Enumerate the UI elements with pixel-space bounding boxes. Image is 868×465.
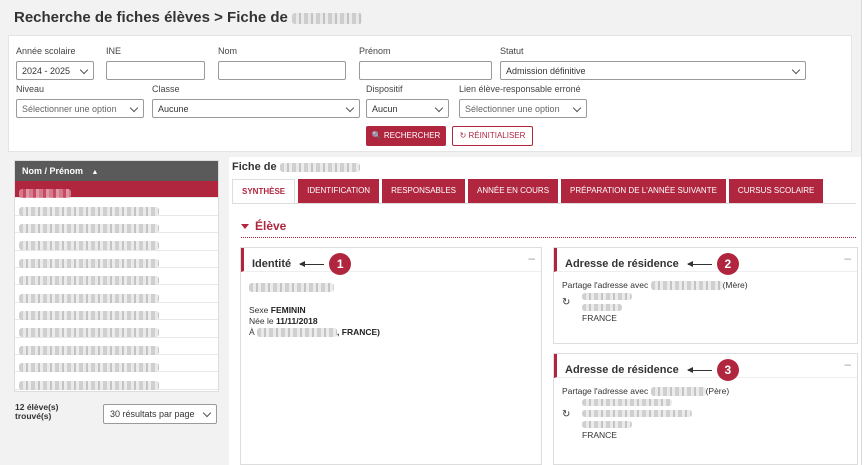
identite-card: Identité 1 – Sexe FEMININ Née le 11/11/2… xyxy=(240,247,542,465)
redacted-responsable-name xyxy=(650,281,723,291)
section-divider xyxy=(241,237,856,238)
partage-line: Partage l'adresse avec (Mère) xyxy=(562,280,748,291)
chevron-down-icon xyxy=(572,103,582,113)
results-count: 12 élève(s) trouvé(s) xyxy=(15,402,59,421)
redacted-address xyxy=(582,293,632,301)
tab-preparation-annee-suivante[interactable]: PRÉPARATION DE L'ANNÉE SUIVANTE xyxy=(561,179,726,203)
adresse-card-1: Adresse de résidence 2 – Partage l'adres… xyxy=(553,247,858,344)
reset-icon: ↻ xyxy=(459,131,467,140)
chevron-down-icon xyxy=(79,65,89,75)
identite-card-body: Sexe FEMININ Née le 11/11/2018 À , FRANC… xyxy=(241,272,541,346)
record-tabs: SYNTHÈSE IDENTIFICATION RESPONSABLES ANN… xyxy=(232,179,824,203)
reset-button[interactable]: ↻ RÉINITIALISER xyxy=(452,126,533,146)
tab-identification[interactable]: IDENTIFICATION xyxy=(298,179,380,203)
collapse-icon[interactable]: – xyxy=(844,357,851,371)
adresse-card-2-body: Partage l'adresse avec (Père) ↻ FRANCE xyxy=(554,378,857,449)
search-icon: 🔍 xyxy=(371,131,382,140)
page-title: Recherche de fiches élèves > Fiche de xyxy=(14,9,363,26)
annee-select[interactable]: 2024 - 2025 xyxy=(16,61,94,80)
redacted-responsable-name xyxy=(650,387,706,397)
callout-arrow-icon xyxy=(299,260,325,267)
ine-input[interactable] xyxy=(106,61,205,80)
annee-label: Année scolaire xyxy=(16,46,76,56)
redacted-student-name xyxy=(279,162,360,172)
callout-arrow-icon xyxy=(686,260,712,267)
prenom-input[interactable] xyxy=(359,61,492,80)
callout-badge: 1 xyxy=(329,253,352,275)
adresse-card-1-header: Adresse de résidence 2 – xyxy=(554,248,857,275)
list-item[interactable] xyxy=(15,181,218,199)
redacted-student-name xyxy=(292,12,363,24)
refresh-icon[interactable]: ↻ xyxy=(562,297,576,308)
adresse-pays: FRANCE xyxy=(582,430,617,440)
lieu-line: À , FRANCE) xyxy=(249,327,381,338)
collapse-icon[interactable]: – xyxy=(528,251,535,265)
caret-down-icon xyxy=(241,224,249,230)
section-eleve-toggle[interactable]: Élève xyxy=(241,219,286,233)
chevron-down-icon xyxy=(791,65,801,75)
tab-synthese[interactable]: SYNTHÈSE xyxy=(232,179,296,203)
statut-label: Statut xyxy=(500,46,524,56)
chevron-down-icon xyxy=(345,103,355,113)
adresse-card-2-header: Adresse de résidence 3 – xyxy=(554,354,857,381)
tab-cursus-scolaire[interactable]: CURSUS SCOLAIRE xyxy=(728,179,824,203)
niveau-label: Niveau xyxy=(16,84,45,94)
callout-badge: 2 xyxy=(716,253,739,275)
tab-divider xyxy=(232,203,856,204)
partage-line: Partage l'adresse avec (Père) xyxy=(562,386,730,397)
sort-up-icon: ▲ xyxy=(91,169,99,176)
redacted-address xyxy=(582,410,692,418)
ine-label: INE xyxy=(106,46,122,56)
chevron-down-icon xyxy=(129,103,139,113)
results-list: Nom / Prénom ▲ xyxy=(14,160,219,392)
dispositif-label: Dispositif xyxy=(366,84,403,94)
redacted-address xyxy=(582,399,672,407)
niveau-select[interactable]: Sélectionner une option xyxy=(16,99,144,118)
lien-select[interactable]: Sélectionner une option xyxy=(459,99,587,118)
redacted-full-name xyxy=(249,283,334,293)
record-title: Fiche de xyxy=(232,161,360,173)
redacted-birthplace xyxy=(257,328,338,338)
adresse-card-1-body: Partage l'adresse avec (Mère) ↻ FRANCE xyxy=(554,272,857,332)
prenom-label: Prénom xyxy=(359,46,391,56)
redacted-address xyxy=(582,304,622,312)
nom-input[interactable] xyxy=(218,61,346,80)
student-record: Fiche de SYNTHÈSE IDENTIFICATION RESPONS… xyxy=(229,157,861,465)
classe-select[interactable]: Aucune xyxy=(152,99,360,118)
lien-label: Lien élève-responsable erroné xyxy=(459,84,581,94)
tab-responsables[interactable]: RESPONSABLES xyxy=(382,179,466,203)
search-button[interactable]: 🔍 RECHERCHER xyxy=(366,126,446,146)
identite-card-header: Identité 1 – xyxy=(241,248,541,275)
search-filters: Année scolaire 2024 - 2025 INE Nom Préno… xyxy=(8,35,852,152)
collapse-icon[interactable]: – xyxy=(844,251,851,265)
refresh-icon[interactable]: ↻ xyxy=(562,409,576,420)
app-frame: Recherche de fiches élèves > Fiche de An… xyxy=(0,0,862,465)
column-header-nom[interactable]: Nom / Prénom ▲ xyxy=(15,161,218,181)
chevron-down-icon xyxy=(434,103,444,113)
nom-label: Nom xyxy=(218,46,238,56)
redacted-address xyxy=(582,421,632,429)
sexe-line: Sexe FEMININ xyxy=(249,305,306,315)
classe-label: Classe xyxy=(152,84,180,94)
statut-select[interactable]: Admission définitive xyxy=(500,61,806,80)
per-page-select[interactable]: 30 résultats par page xyxy=(103,404,217,424)
dispositif-select[interactable]: Aucun xyxy=(366,99,449,118)
callout-arrow-icon xyxy=(686,366,712,373)
adresse-pays: FRANCE xyxy=(582,313,617,323)
naissance-line: Née le 11/11/2018 xyxy=(249,316,318,326)
callout-badge: 3 xyxy=(716,359,739,381)
adresse-card-2: Adresse de résidence 3 – Partage l'adres… xyxy=(553,353,858,465)
chevron-down-icon xyxy=(202,408,212,418)
tab-annee-en-cours[interactable]: ANNÉE EN COURS xyxy=(468,179,559,203)
